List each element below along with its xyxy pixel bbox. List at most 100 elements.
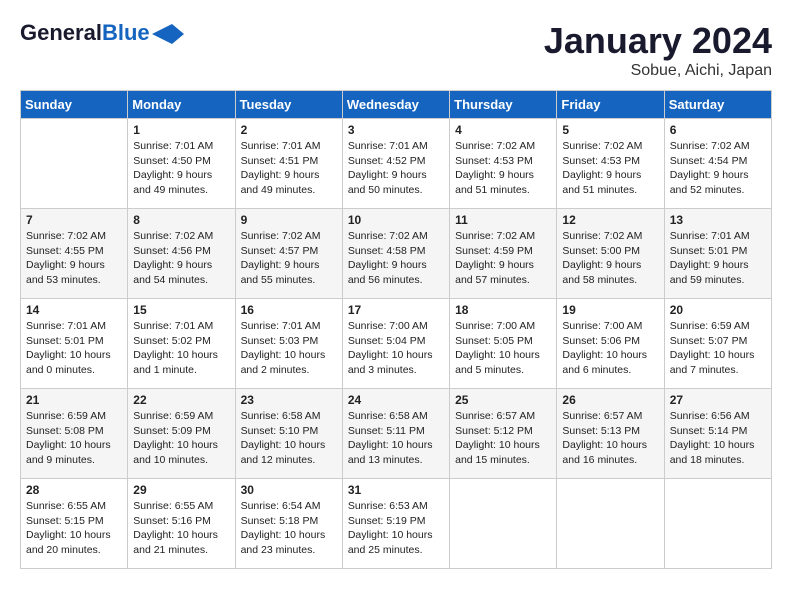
day-number: 15 bbox=[133, 303, 229, 317]
calendar-cell: 16 Sunrise: 7:01 AM Sunset: 5:03 PM Dayli… bbox=[235, 299, 342, 389]
calendar-cell: 31 Sunrise: 6:53 AM Sunset: 5:19 PM Dayli… bbox=[342, 479, 449, 569]
calendar-cell: 11Sunrise: 7:02 AM Sunset: 4:59 PM Dayli… bbox=[450, 209, 557, 299]
calendar-cell: 18 Sunrise: 7:00 AM Sunset: 5:05 PM Dayli… bbox=[450, 299, 557, 389]
location-subtitle: Sobue, Aichi, Japan bbox=[544, 62, 772, 80]
day-info: Sunrise: 7:00 AM Sunset: 5:05 PM Dayligh… bbox=[455, 319, 551, 378]
calendar-cell: 24 Sunrise: 6:58 AM Sunset: 5:11 PM Dayli… bbox=[342, 389, 449, 479]
day-info: Sunrise: 6:58 AM Sunset: 5:11 PM Dayligh… bbox=[348, 409, 444, 468]
calendar-cell: 23 Sunrise: 6:58 AM Sunset: 5:10 PM Dayli… bbox=[235, 389, 342, 479]
day-number: 14 bbox=[26, 303, 122, 317]
logo-text: GeneralBlue bbox=[20, 20, 150, 46]
calendar-cell: 12Sunrise: 7:02 AM Sunset: 5:00 PM Dayli… bbox=[557, 209, 664, 299]
day-info: Sunrise: 7:01 AM Sunset: 5:02 PM Dayligh… bbox=[133, 319, 229, 378]
calendar-cell: 1 Sunrise: 7:01 AM Sunset: 4:50 PM Daylig… bbox=[128, 119, 235, 209]
calendar-cell: 30 Sunrise: 6:54 AM Sunset: 5:18 PM Dayli… bbox=[235, 479, 342, 569]
day-info: Sunrise: 7:00 AM Sunset: 5:06 PM Dayligh… bbox=[562, 319, 658, 378]
day-number: 11 bbox=[455, 213, 551, 227]
day-number: 24 bbox=[348, 393, 444, 407]
header-monday: Monday bbox=[128, 91, 235, 119]
calendar-cell: 3 Sunrise: 7:01 AM Sunset: 4:52 PM Daylig… bbox=[342, 119, 449, 209]
day-info: Sunrise: 6:57 AM Sunset: 5:13 PM Dayligh… bbox=[562, 409, 658, 468]
calendar-cell: 26 Sunrise: 6:57 AM Sunset: 5:13 PM Dayli… bbox=[557, 389, 664, 479]
day-number: 25 bbox=[455, 393, 551, 407]
calendar-cell: 13Sunrise: 7:01 AM Sunset: 5:01 PM Dayli… bbox=[664, 209, 771, 299]
day-info: Sunrise: 7:01 AM Sunset: 4:50 PM Dayligh… bbox=[133, 139, 229, 198]
day-number: 30 bbox=[241, 483, 337, 497]
calendar-cell: 4 Sunrise: 7:02 AM Sunset: 4:53 PM Daylig… bbox=[450, 119, 557, 209]
day-number: 17 bbox=[348, 303, 444, 317]
calendar-cell bbox=[664, 479, 771, 569]
day-number: 7 bbox=[26, 213, 122, 227]
day-info: Sunrise: 7:02 AM Sunset: 4:57 PM Dayligh… bbox=[241, 229, 337, 288]
calendar-cell: 2 Sunrise: 7:01 AM Sunset: 4:51 PM Daylig… bbox=[235, 119, 342, 209]
day-number: 4 bbox=[455, 123, 551, 137]
day-number: 10 bbox=[348, 213, 444, 227]
day-info: Sunrise: 7:02 AM Sunset: 4:58 PM Dayligh… bbox=[348, 229, 444, 288]
day-info: Sunrise: 6:59 AM Sunset: 5:07 PM Dayligh… bbox=[670, 319, 766, 378]
day-number: 5 bbox=[562, 123, 658, 137]
calendar-cell: 6 Sunrise: 7:02 AM Sunset: 4:54 PM Daylig… bbox=[664, 119, 771, 209]
day-info: Sunrise: 7:01 AM Sunset: 5:01 PM Dayligh… bbox=[26, 319, 122, 378]
header-wednesday: Wednesday bbox=[342, 91, 449, 119]
calendar-cell: 9Sunrise: 7:02 AM Sunset: 4:57 PM Daylig… bbox=[235, 209, 342, 299]
day-info: Sunrise: 7:01 AM Sunset: 4:51 PM Dayligh… bbox=[241, 139, 337, 198]
day-number: 16 bbox=[241, 303, 337, 317]
day-info: Sunrise: 7:02 AM Sunset: 4:53 PM Dayligh… bbox=[455, 139, 551, 198]
day-info: Sunrise: 6:55 AM Sunset: 5:16 PM Dayligh… bbox=[133, 499, 229, 558]
header-tuesday: Tuesday bbox=[235, 91, 342, 119]
calendar-cell: 27 Sunrise: 6:56 AM Sunset: 5:14 PM Dayli… bbox=[664, 389, 771, 479]
calendar-cell: 17 Sunrise: 7:00 AM Sunset: 5:04 PM Dayli… bbox=[342, 299, 449, 389]
day-number: 23 bbox=[241, 393, 337, 407]
day-info: Sunrise: 7:02 AM Sunset: 4:55 PM Dayligh… bbox=[26, 229, 122, 288]
day-number: 1 bbox=[133, 123, 229, 137]
logo-arrow-icon bbox=[152, 24, 184, 44]
day-info: Sunrise: 7:02 AM Sunset: 5:00 PM Dayligh… bbox=[562, 229, 658, 288]
day-number: 29 bbox=[133, 483, 229, 497]
day-info: Sunrise: 7:02 AM Sunset: 4:53 PM Dayligh… bbox=[562, 139, 658, 198]
day-info: Sunrise: 7:02 AM Sunset: 4:56 PM Dayligh… bbox=[133, 229, 229, 288]
calendar-cell: 19 Sunrise: 7:00 AM Sunset: 5:06 PM Dayli… bbox=[557, 299, 664, 389]
day-info: Sunrise: 6:58 AM Sunset: 5:10 PM Dayligh… bbox=[241, 409, 337, 468]
day-info: Sunrise: 6:56 AM Sunset: 5:14 PM Dayligh… bbox=[670, 409, 766, 468]
month-title: January 2024 bbox=[544, 20, 772, 62]
day-number: 21 bbox=[26, 393, 122, 407]
calendar-cell: 29 Sunrise: 6:55 AM Sunset: 5:16 PM Dayli… bbox=[128, 479, 235, 569]
day-info: Sunrise: 7:01 AM Sunset: 5:03 PM Dayligh… bbox=[241, 319, 337, 378]
calendar-week-4: 21 Sunrise: 6:59 AM Sunset: 5:08 PM Dayli… bbox=[21, 389, 772, 479]
calendar-week-1: 1 Sunrise: 7:01 AM Sunset: 4:50 PM Daylig… bbox=[21, 119, 772, 209]
calendar-cell: 22Sunrise: 6:59 AM Sunset: 5:09 PM Dayli… bbox=[128, 389, 235, 479]
day-number: 8 bbox=[133, 213, 229, 227]
calendar-cell: 28Sunrise: 6:55 AM Sunset: 5:15 PM Dayli… bbox=[21, 479, 128, 569]
calendar-cell: 7 Sunrise: 7:02 AM Sunset: 4:55 PM Daylig… bbox=[21, 209, 128, 299]
day-number: 19 bbox=[562, 303, 658, 317]
day-info: Sunrise: 7:01 AM Sunset: 5:01 PM Dayligh… bbox=[670, 229, 766, 288]
header-friday: Friday bbox=[557, 91, 664, 119]
day-number: 6 bbox=[670, 123, 766, 137]
day-info: Sunrise: 6:59 AM Sunset: 5:08 PM Dayligh… bbox=[26, 409, 122, 468]
day-number: 26 bbox=[562, 393, 658, 407]
day-number: 2 bbox=[241, 123, 337, 137]
calendar-cell: 10 Sunrise: 7:02 AM Sunset: 4:58 PM Dayli… bbox=[342, 209, 449, 299]
calendar-week-2: 7 Sunrise: 7:02 AM Sunset: 4:55 PM Daylig… bbox=[21, 209, 772, 299]
day-number: 31 bbox=[348, 483, 444, 497]
calendar-week-3: 14 Sunrise: 7:01 AM Sunset: 5:01 PM Dayli… bbox=[21, 299, 772, 389]
calendar-cell bbox=[21, 119, 128, 209]
day-number: 3 bbox=[348, 123, 444, 137]
calendar-cell: 20Sunrise: 6:59 AM Sunset: 5:07 PM Dayli… bbox=[664, 299, 771, 389]
day-info: Sunrise: 6:59 AM Sunset: 5:09 PM Dayligh… bbox=[133, 409, 229, 468]
day-info: Sunrise: 6:53 AM Sunset: 5:19 PM Dayligh… bbox=[348, 499, 444, 558]
header-sunday: Sunday bbox=[21, 91, 128, 119]
calendar-table: SundayMondayTuesdayWednesdayThursdayFrid… bbox=[20, 90, 772, 569]
day-info: Sunrise: 7:01 AM Sunset: 4:52 PM Dayligh… bbox=[348, 139, 444, 198]
day-number: 27 bbox=[670, 393, 766, 407]
calendar-week-5: 28Sunrise: 6:55 AM Sunset: 5:15 PM Dayli… bbox=[21, 479, 772, 569]
day-info: Sunrise: 6:55 AM Sunset: 5:15 PM Dayligh… bbox=[26, 499, 122, 558]
calendar-cell: 5 Sunrise: 7:02 AM Sunset: 4:53 PM Daylig… bbox=[557, 119, 664, 209]
day-info: Sunrise: 6:54 AM Sunset: 5:18 PM Dayligh… bbox=[241, 499, 337, 558]
calendar-cell: 8 Sunrise: 7:02 AM Sunset: 4:56 PM Daylig… bbox=[128, 209, 235, 299]
day-info: Sunrise: 7:00 AM Sunset: 5:04 PM Dayligh… bbox=[348, 319, 444, 378]
day-number: 18 bbox=[455, 303, 551, 317]
calendar-cell: 25Sunrise: 6:57 AM Sunset: 5:12 PM Dayli… bbox=[450, 389, 557, 479]
calendar-cell: 14 Sunrise: 7:01 AM Sunset: 5:01 PM Dayli… bbox=[21, 299, 128, 389]
day-info: Sunrise: 7:02 AM Sunset: 4:54 PM Dayligh… bbox=[670, 139, 766, 198]
